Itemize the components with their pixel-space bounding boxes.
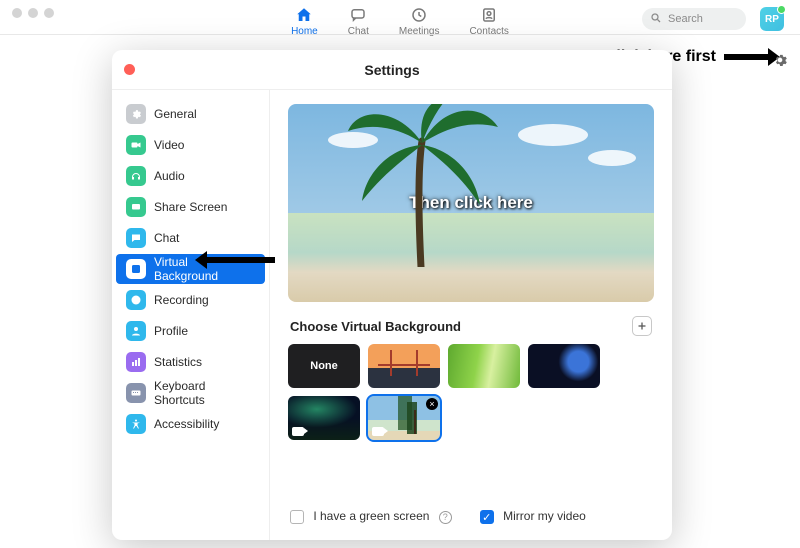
stats-icon: [126, 352, 146, 372]
sidebar-item-keyboard-shortcuts[interactable]: Keyboard Shortcuts: [116, 378, 265, 408]
sidebar-item-chat[interactable]: Chat: [116, 223, 265, 253]
choose-background-heading: Choose Virtual Background: [290, 319, 461, 334]
record-icon: [126, 290, 146, 310]
sidebar-item-label: Profile: [154, 324, 188, 338]
nav-contacts[interactable]: Contacts: [469, 4, 508, 37]
green-screen-option[interactable]: I have a green screen ?: [290, 509, 452, 524]
nav-label: Chat: [348, 26, 369, 37]
gear-icon: [126, 104, 146, 124]
mirror-label: Mirror my video: [503, 509, 586, 523]
sidebar-item-label: Chat: [154, 231, 179, 245]
green-screen-label: I have a green screen: [313, 509, 429, 523]
annotation-arrow-left: [205, 257, 275, 263]
sidebar-item-label: Audio: [154, 169, 185, 183]
add-background-button[interactable]: [632, 316, 652, 336]
sidebar-item-recording[interactable]: Recording: [116, 285, 265, 315]
mirror-video-option[interactable]: ✓ Mirror my video: [480, 509, 586, 524]
palm-tree-icon: [348, 104, 498, 272]
nav-meetings[interactable]: Meetings: [399, 4, 440, 37]
sidebar-item-label: Recording: [154, 293, 209, 307]
sidebar-item-statistics[interactable]: Statistics: [116, 347, 265, 377]
clock-icon: [410, 6, 428, 24]
sidebar-item-profile[interactable]: Profile: [116, 316, 265, 346]
chat-icon: [126, 228, 146, 248]
nav-label: Home: [291, 26, 318, 37]
sidebar-item-label: Share Screen: [154, 200, 227, 214]
nav-home[interactable]: Home: [291, 4, 318, 37]
cloud-icon: [518, 124, 588, 146]
background-thumb-aurora[interactable]: [288, 396, 360, 440]
background-thumb-none[interactable]: None: [288, 344, 360, 388]
sidebar-item-share-screen[interactable]: Share Screen: [116, 192, 265, 222]
person-icon: [126, 259, 146, 279]
close-button[interactable]: [124, 64, 135, 75]
background-thumbnails: None ×: [288, 344, 654, 440]
camera-icon: [292, 427, 304, 436]
top-divider: [0, 34, 800, 35]
settings-window: Settings General Video Audio Share Screen Ch…: [112, 50, 672, 540]
keyboard-icon: [126, 383, 146, 403]
sidebar-item-label: Accessibility: [154, 417, 219, 431]
chat-bubble-icon: [349, 6, 367, 24]
sidebar-item-label: General: [154, 107, 197, 121]
headphones-icon: [126, 166, 146, 186]
share-icon: [126, 197, 146, 217]
camera-icon: [372, 427, 384, 436]
settings-footer: I have a green screen ? ✓ Mirror my vide…: [288, 501, 654, 530]
accessibility-icon: [126, 414, 146, 434]
background-thumb-earth[interactable]: [528, 344, 600, 388]
nav-label: Meetings: [399, 26, 440, 37]
arrow-right-icon: [724, 54, 770, 60]
sidebar-item-video[interactable]: Video: [116, 130, 265, 160]
help-icon[interactable]: ?: [439, 511, 452, 524]
contacts-icon: [480, 6, 498, 24]
delete-thumb-button[interactable]: ×: [426, 398, 438, 410]
avatar-initials: RP: [765, 14, 779, 25]
settings-title-text: Settings: [364, 62, 419, 78]
sidebar-item-label: Video: [154, 138, 184, 152]
background-thumb-bridge[interactable]: [368, 344, 440, 388]
profile-icon: [126, 321, 146, 341]
settings-titlebar: Settings: [112, 50, 672, 90]
nav-chat[interactable]: Chat: [348, 4, 369, 37]
sidebar-item-accessibility[interactable]: Accessibility: [116, 409, 265, 439]
search-input[interactable]: Search: [642, 8, 746, 30]
sidebar-item-label: Keyboard Shortcuts: [154, 379, 255, 407]
background-thumb-grass[interactable]: [448, 344, 520, 388]
search-placeholder: Search: [668, 13, 703, 25]
sidebar-item-audio[interactable]: Audio: [116, 161, 265, 191]
checkbox-unchecked-icon: [290, 510, 304, 524]
background-thumb-beach[interactable]: ×: [368, 396, 440, 440]
search-icon: [650, 12, 662, 27]
sidebar-item-general[interactable]: General: [116, 99, 265, 129]
sidebar-item-label: Statistics: [154, 355, 202, 369]
video-icon: [126, 135, 146, 155]
settings-sidebar: GeneralVideoAudioShare ScreenChatVirtual…: [112, 90, 270, 540]
settings-main: Then click here Choose Virtual Backgroun…: [270, 90, 672, 540]
checkbox-checked-icon: ✓: [480, 510, 494, 524]
cloud-icon: [588, 150, 636, 166]
avatar[interactable]: RP: [760, 7, 784, 31]
gear-icon[interactable]: [772, 52, 788, 68]
home-icon: [295, 6, 313, 24]
nav-label: Contacts: [469, 26, 508, 37]
arrow-left-icon: [205, 257, 275, 263]
background-preview: Then click here: [288, 104, 654, 302]
